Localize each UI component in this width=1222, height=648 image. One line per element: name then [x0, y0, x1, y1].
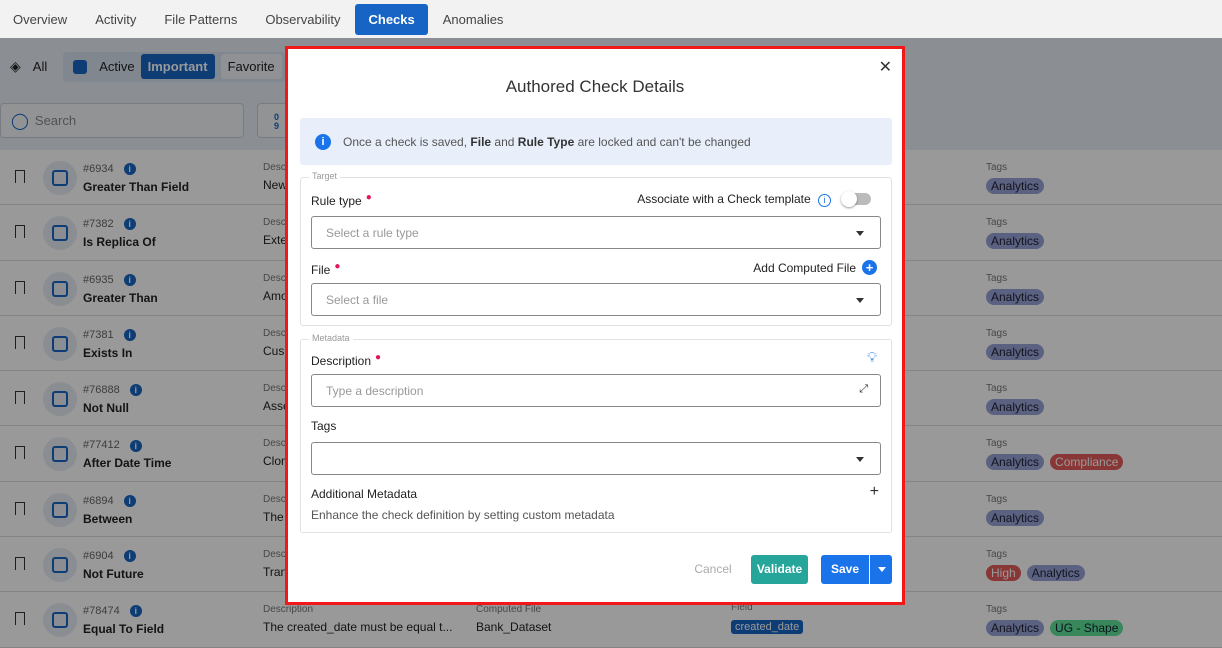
metadata-section: Metadata Description ● 💡︎ Type a descript… [300, 333, 892, 533]
associate-label: Associate with a Check template [637, 192, 811, 206]
save-options-button[interactable] [870, 555, 892, 584]
plus-circle-icon: + [862, 260, 877, 275]
lightbulb-icon[interactable]: 💡︎ [867, 349, 877, 366]
chevron-down-icon [856, 457, 864, 462]
description-input[interactable]: Type a description ⤢ [311, 374, 881, 407]
description-label: Description ● [311, 352, 382, 368]
tab-anomalies[interactable]: Anomalies [430, 4, 517, 35]
authored-check-modal: ✕ Authored Check Details i Once a check … [285, 46, 905, 605]
close-icon[interactable]: ✕ [879, 57, 892, 77]
tags-label: Tags [311, 419, 337, 433]
modal-title: Authored Check Details [505, 77, 685, 96]
additional-metadata-hint: Enhance the check definition by setting … [311, 508, 615, 522]
rule-type-label: Rule type ● [311, 192, 372, 208]
target-section: Target Rule type ● Associate with a Check… [300, 171, 892, 326]
file-label: File ● [311, 261, 341, 277]
rule-type-select[interactable]: Select a rule type [311, 216, 881, 249]
target-legend: Target [309, 171, 341, 181]
tab-checks[interactable]: Checks [355, 3, 428, 35]
info-notice: i Once a check is saved, File and Rule T… [300, 118, 892, 165]
tab-activity[interactable]: Activity [82, 4, 149, 35]
add-metadata-plus-icon[interactable]: + [870, 483, 879, 501]
tab-file-patterns[interactable]: File Patterns [151, 4, 250, 35]
expand-icon[interactable]: ⤢ [859, 383, 868, 396]
chevron-down-icon [878, 567, 886, 572]
tab-overview[interactable]: Overview [0, 4, 80, 35]
associate-template-toggle[interactable] [841, 191, 871, 207]
tags-select[interactable] [311, 442, 881, 475]
info-icon: i [315, 133, 331, 150]
validate-button[interactable]: Validate [751, 555, 808, 584]
tab-observability[interactable]: Observability [252, 4, 353, 35]
save-button[interactable]: Save [821, 555, 869, 584]
file-select[interactable]: Select a file [311, 283, 881, 316]
associate-template: Associate with a Check template i [637, 192, 831, 207]
tab-bar: Overview Activity File Patterns Observab… [0, 0, 1222, 38]
additional-metadata-label: Additional Metadata [311, 487, 418, 501]
chevron-down-icon [856, 231, 864, 236]
chevron-down-icon [856, 298, 864, 303]
cancel-button[interactable]: Cancel [688, 555, 738, 584]
add-computed-file-button[interactable]: Add Computed File + [753, 260, 877, 275]
info-outline-icon[interactable]: i [818, 194, 831, 207]
notice-text: Once a check is saved, File and Rule Typ… [343, 134, 751, 149]
metadata-legend: Metadata [309, 333, 353, 343]
